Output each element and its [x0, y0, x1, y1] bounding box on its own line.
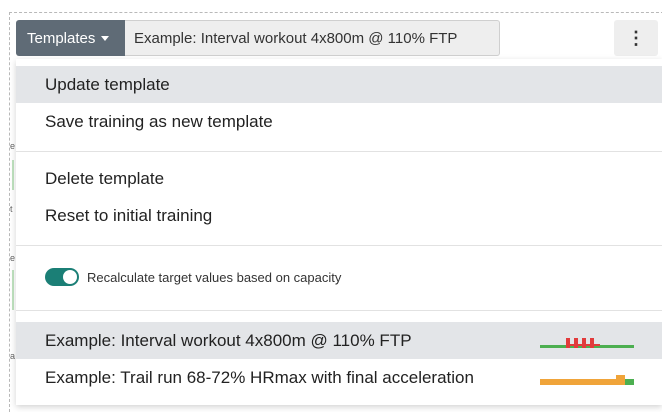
template-item-interval-workout[interactable]: Example: Interval workout 4x800m @ 110% … [16, 322, 662, 359]
menu-item-save-as-new-template[interactable]: Save training as new template [16, 103, 662, 140]
more-options-button[interactable]: ⋮ [614, 20, 658, 56]
menu-item-label: Reset to initial training [45, 205, 213, 225]
thumbnail-interval-bar [590, 338, 594, 348]
thumbnail-interval-bar [566, 338, 570, 348]
template-item-label: Example: Interval workout 4x800m @ 110% … [45, 330, 412, 350]
menu-item-delete-template[interactable]: Delete template [16, 160, 662, 197]
templates-dropdown-button[interactable]: Templates [16, 20, 125, 56]
menu-item-label: Update template [45, 74, 170, 94]
workout-profile-thumbnail [540, 375, 634, 385]
templates-button-label: Templates [27, 29, 96, 47]
menu-item-label: Delete template [45, 168, 165, 188]
menu-divider [16, 310, 662, 311]
thumbnail-cooldown-bar [625, 379, 634, 385]
recalculate-toggle-label: Recalculate target values based on capac… [87, 269, 342, 285]
menu-item-update-template[interactable]: Update template [16, 66, 662, 103]
current-template-field[interactable]: Example: Interval workout 4x800m @ 110% … [125, 20, 500, 56]
templates-dropdown-menu: Update template Save training as new tem… [16, 59, 662, 405]
menu-divider [16, 245, 662, 246]
template-item-trail-run[interactable]: Example: Trail run 68-72% HRmax with fin… [16, 359, 662, 396]
side-edge-bar [12, 270, 14, 310]
thumbnail-acceleration-bar [616, 375, 625, 385]
side-edge-glyph: e [10, 141, 16, 151]
menu-item-label: Save training as new template [45, 111, 273, 131]
toggle-knob [63, 270, 77, 284]
thumbnail-interval-base [566, 344, 600, 346]
thumbnail-interval-bar [574, 338, 578, 348]
side-edge-bar [12, 160, 14, 190]
menu-divider [16, 151, 662, 152]
current-template-label: Example: Interval workout 4x800m @ 110% … [134, 29, 458, 47]
kebab-menu-icon: ⋮ [627, 27, 645, 48]
thumbnail-steady-bar [540, 379, 616, 385]
side-edge-glyph: t [10, 204, 13, 214]
side-edge-glyph: a [10, 351, 16, 361]
template-item-label: Example: Trail run 68-72% HRmax with fin… [45, 367, 474, 387]
caret-down-icon [101, 35, 110, 41]
side-edge-glyph: e [10, 253, 16, 263]
recalculate-toggle[interactable] [45, 268, 79, 286]
workout-profile-thumbnail [540, 338, 634, 348]
recalculate-toggle-row: Recalculate target values based on capac… [45, 267, 341, 287]
menu-item-reset-training[interactable]: Reset to initial training [16, 197, 662, 234]
thumbnail-interval-bar [582, 338, 586, 348]
